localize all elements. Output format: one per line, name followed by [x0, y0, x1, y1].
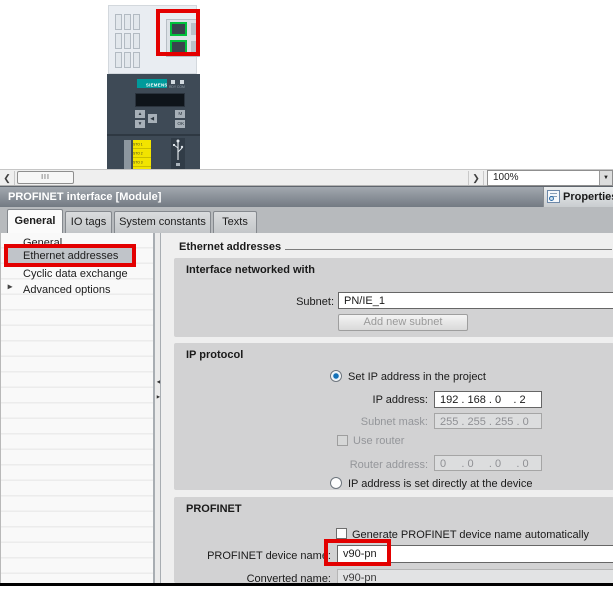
subnet-mask-label: Subnet mask: — [174, 416, 428, 428]
section-ip-protocol: IP protocol Set IP address in the projec… — [174, 343, 613, 490]
section-profinet: PROFINET Generate PROFINET device name a… — [174, 497, 613, 583]
zoom-select[interactable]: 100% ▼ — [487, 170, 613, 186]
up-button: ▲ — [135, 110, 145, 118]
add-new-subnet-button[interactable]: Add new subnet — [338, 314, 468, 331]
down-button: ▼ — [135, 120, 145, 128]
bottom-border — [0, 583, 613, 586]
radio-ip-set-at-device-label: IP address is set directly at the device — [348, 478, 532, 490]
use-router-label: Use router — [353, 435, 404, 447]
device-divider — [107, 134, 200, 136]
scrollbar-thumb[interactable]: III — [17, 171, 74, 184]
terminal-strip — [124, 140, 131, 170]
vent-slot — [133, 52, 140, 68]
ip-address-input[interactable]: 192 . 168 . 0 . 2 — [434, 391, 542, 408]
ok-button: OK — [175, 120, 185, 128]
scroll-right-icon[interactable]: ❯ — [468, 171, 484, 185]
device-image: SIEMENS RDY COM ▲ ▼ ◀ M OK STO 1 STO 2 S… — [107, 3, 201, 169]
sto-label: STO 1 — [133, 143, 143, 147]
vent-slot — [115, 14, 122, 30]
sto-label: STO 3 — [133, 161, 143, 165]
section-title: PROFINET — [186, 503, 242, 515]
device-display — [135, 93, 185, 107]
subnet-label: Subnet: — [174, 296, 334, 308]
use-router-checkbox[interactable] — [337, 435, 348, 446]
profinet-device-name-input[interactable]: v90-pn — [337, 545, 613, 563]
page-title: Ethernet addresses — [179, 241, 281, 253]
generate-name-label: Generate PROFINET device name automatica… — [352, 529, 589, 541]
section-title: IP protocol — [186, 349, 243, 361]
horizontal-scrollbar[interactable]: ❮ III ❯ 100% ▼ — [0, 169, 613, 186]
header-rule — [285, 249, 612, 250]
section-interface-networked: Interface networked with Subnet: PN/IE_1… — [174, 258, 613, 337]
vent-slot — [133, 33, 140, 49]
led-labels: RDY COM — [169, 85, 180, 89]
nav-sidebar: General Ethernet addresses Cyclic data e… — [1, 233, 153, 583]
siemens-logo: SIEMENS — [137, 79, 167, 88]
sidebar-item-ethernet-addresses[interactable]: Ethernet addresses — [7, 248, 134, 264]
vent-slot — [124, 52, 131, 68]
screen: SIEMENS RDY COM ▲ ▼ ◀ M OK STO 1 STO 2 S… — [0, 0, 613, 590]
inspector-title: PROFINET interface [Module] — [8, 191, 161, 203]
zoom-value: 100% — [493, 172, 519, 183]
usb-port — [171, 138, 185, 169]
expand-arrow-icon[interactable]: ▶ — [8, 283, 13, 290]
converted-name-input: v90-pn — [337, 569, 613, 584]
rdy-led — [171, 80, 175, 84]
content-pane: Ethernet addresses Interface networked w… — [161, 233, 613, 583]
sto-label: STO 2 — [133, 152, 143, 156]
collapse-right-icon[interactable]: ► — [156, 395, 161, 401]
port-label — [191, 41, 197, 53]
tab-texts[interactable]: Texts — [213, 211, 257, 233]
vent-slot — [133, 14, 140, 30]
radio-ip-set-at-device[interactable] — [330, 477, 342, 489]
vent-slot — [115, 33, 122, 49]
collapse-left-icon[interactable]: ◄ — [156, 380, 161, 386]
tab-system-constants[interactable]: System constants — [114, 211, 211, 233]
sidebar-item-advanced-options[interactable]: Advanced options — [1, 282, 153, 298]
device-body: SIEMENS RDY COM ▲ ▼ ◀ M OK STO 1 STO 2 S… — [107, 74, 200, 169]
radio-set-ip-in-project-label: Set IP address in the project — [348, 371, 486, 383]
inspector-titlebar: PROFINET interface [Module] Properties — [0, 186, 613, 207]
vent-slot — [115, 52, 122, 68]
scroll-left-icon[interactable]: ❮ — [0, 171, 15, 185]
com-led — [180, 80, 184, 84]
sto-block: STO 1 STO 2 STO 3 — [133, 140, 151, 170]
properties-tab-label: Properties — [563, 191, 613, 203]
radio-set-ip-in-project[interactable] — [330, 370, 342, 382]
tab-bar: General IO tags System constants Texts — [0, 207, 613, 233]
ethernet-port-1 — [170, 22, 187, 36]
vent-slot — [124, 14, 131, 30]
router-address-input: 0 . 0 . 0 . 0 — [434, 455, 542, 471]
main-area: General Ethernet addresses Cyclic data e… — [0, 233, 613, 583]
subnet-select[interactable]: PN/IE_1 — [338, 292, 613, 309]
subnet-mask-input: 255 . 255 . 255 . 0 — [434, 413, 542, 429]
generate-name-checkbox[interactable] — [336, 528, 347, 539]
port-label — [191, 23, 197, 35]
ethernet-port-2 — [170, 40, 187, 54]
properties-icon — [547, 190, 560, 203]
tab-io-tags[interactable]: IO tags — [65, 211, 112, 233]
usb-icon — [171, 138, 185, 169]
router-address-label: Router address: — [174, 459, 428, 471]
properties-tab[interactable]: Properties — [543, 187, 613, 208]
pane-splitter[interactable]: ◄ ► — [153, 233, 161, 583]
sidebar-item-cyclic-data-exchange[interactable]: Cyclic data exchange — [1, 266, 153, 282]
chevron-down-icon[interactable]: ▼ — [599, 171, 612, 185]
ip-address-label: IP address: — [174, 394, 428, 406]
ethernet-port-panel — [166, 19, 200, 57]
vent-slot — [124, 33, 131, 49]
shift-button: ◀ — [148, 114, 157, 123]
device-top-section — [108, 5, 197, 74]
section-title: Interface networked with — [186, 264, 315, 276]
tab-general[interactable]: General — [7, 209, 63, 233]
profinet-device-name-label: PROFINET device name: — [174, 550, 331, 562]
m-button: M — [175, 110, 185, 118]
